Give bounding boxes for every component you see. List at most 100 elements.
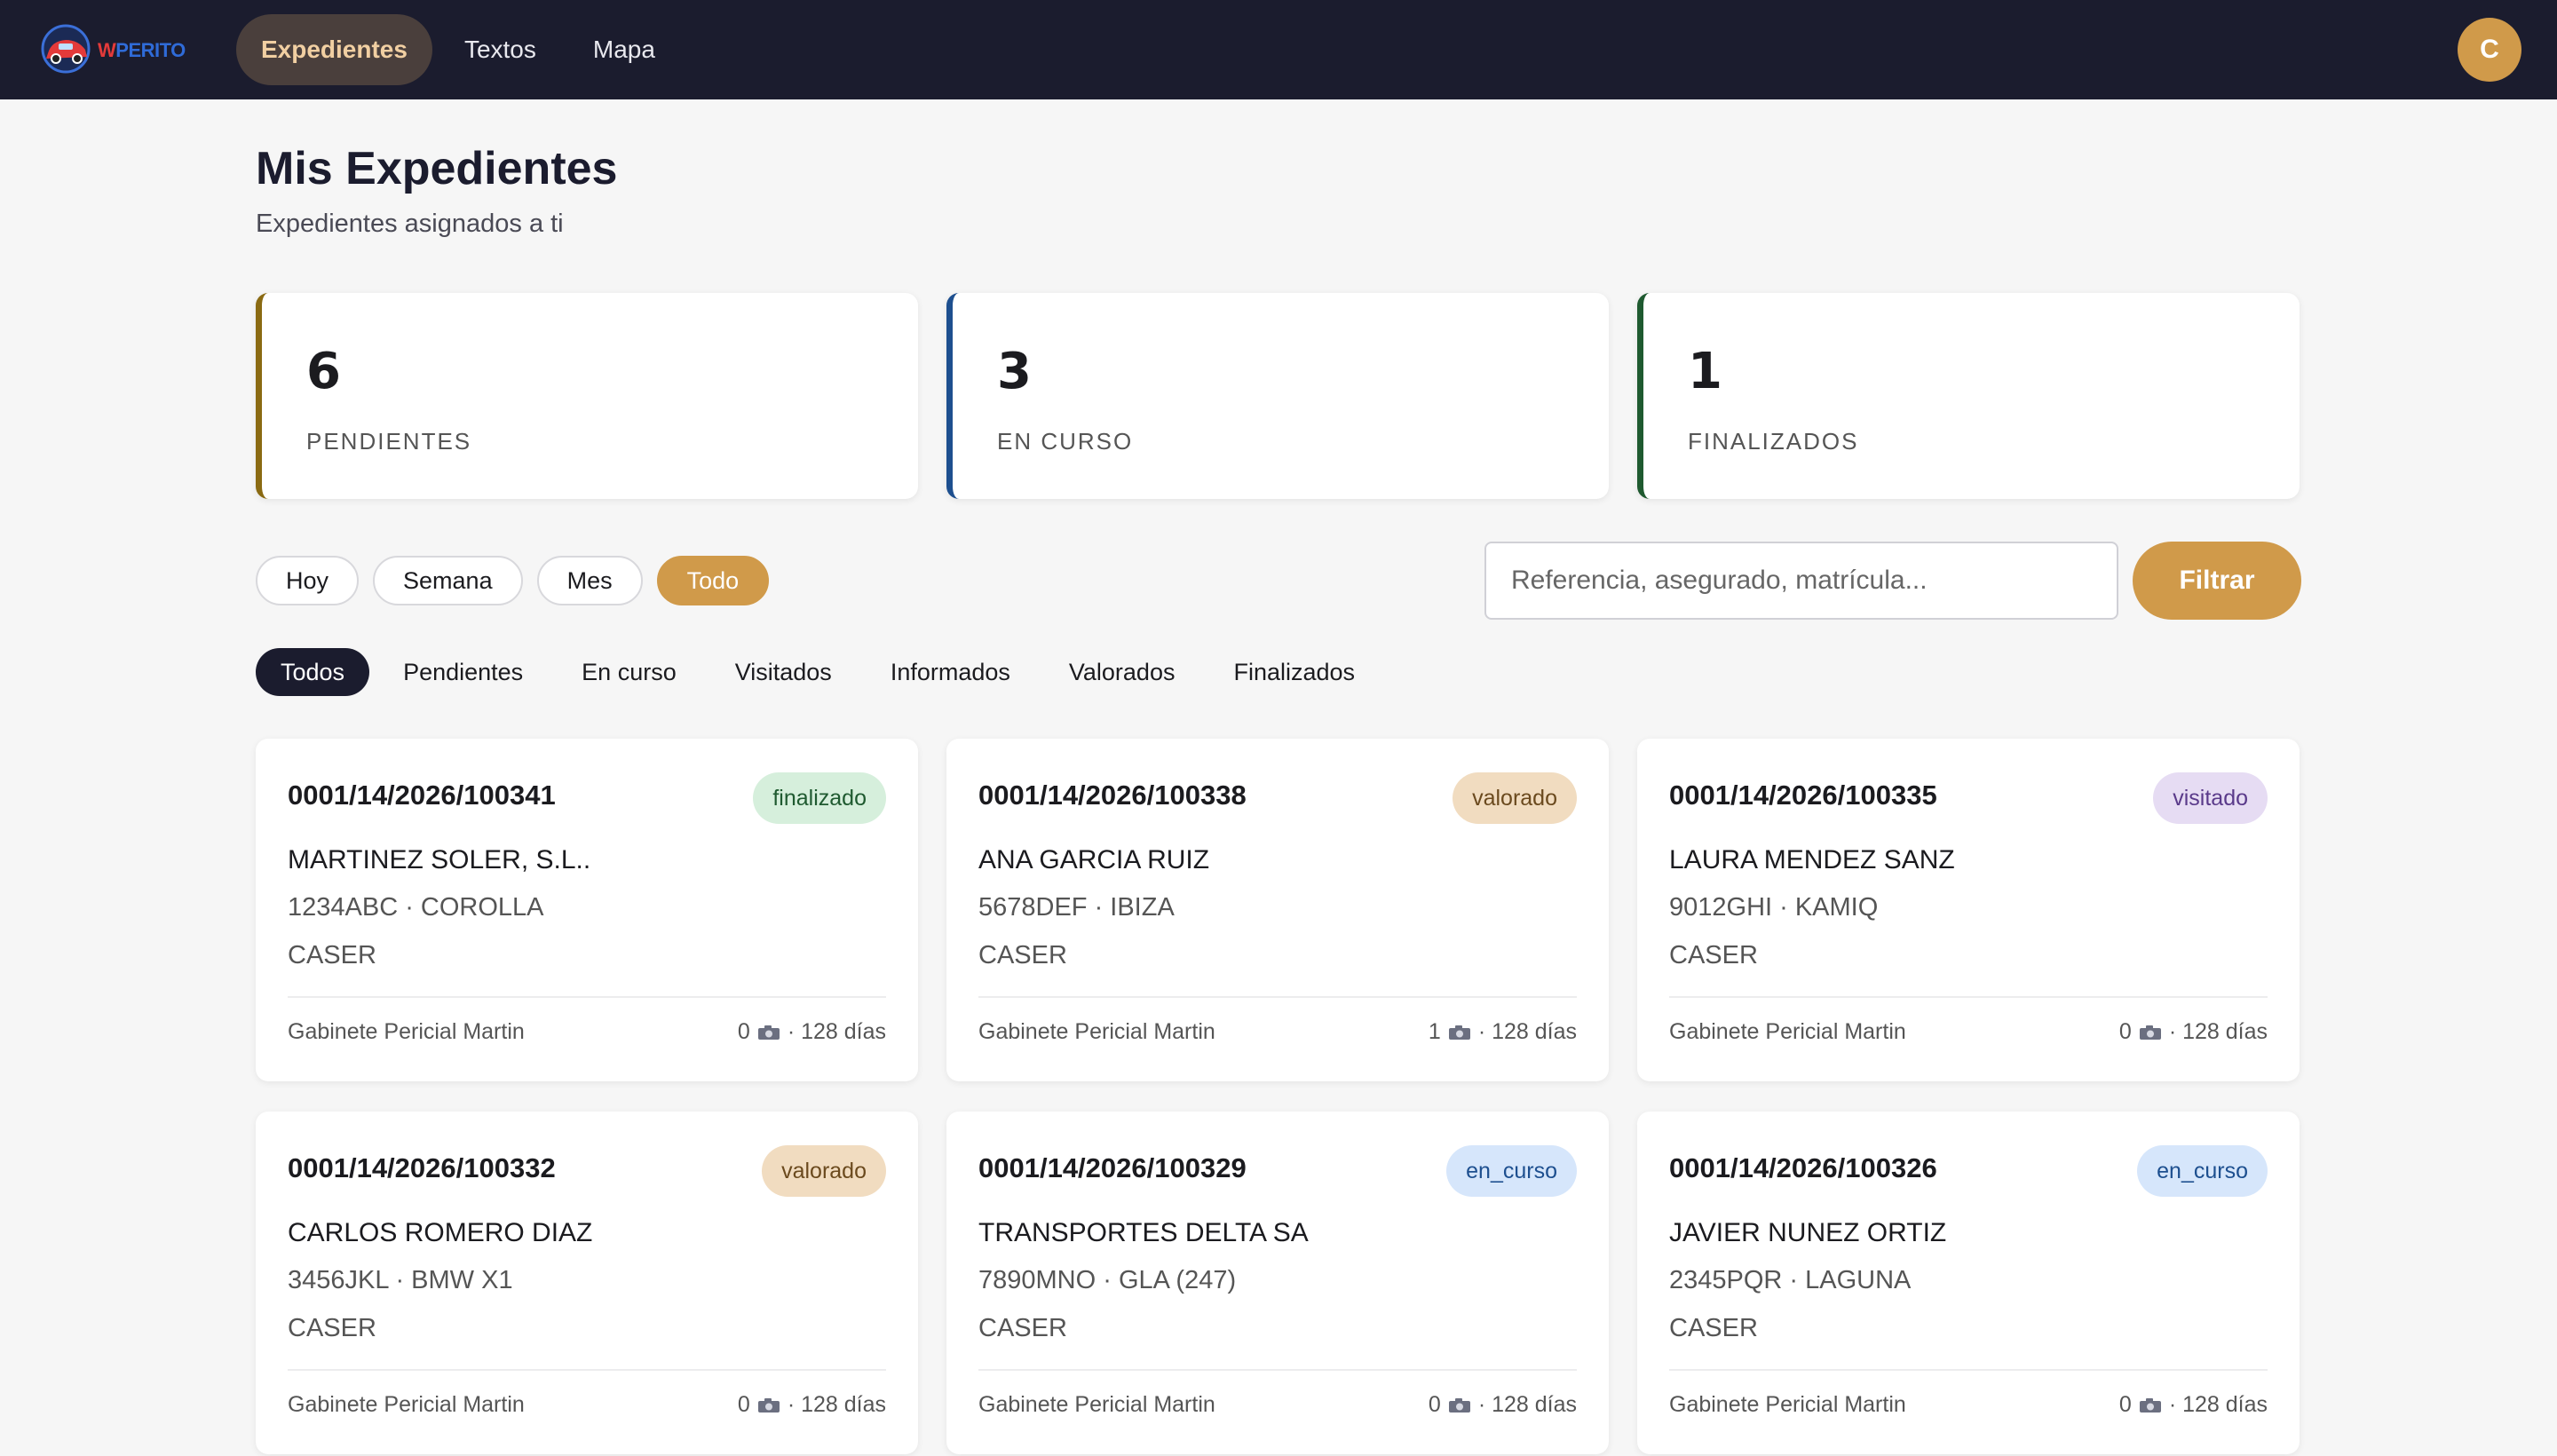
stat-card-pendientes: 6 PENDIENTES xyxy=(256,293,918,499)
camera-icon xyxy=(2139,1025,2161,1040)
case-age: · 128 días xyxy=(2168,1019,2268,1044)
insured-name: ANA GARCIA RUIZ xyxy=(978,845,1210,874)
period-chip-hoy[interactable]: Hoy xyxy=(256,556,360,605)
stat-card-en-curso: 3 EN CURSO xyxy=(946,293,1609,499)
camera-icon xyxy=(1448,1397,1470,1412)
vehicle-info: 2345PQR · LAGUNA xyxy=(1669,1266,1912,1294)
case-meta: 0 · 128 días xyxy=(2119,1392,2268,1418)
card-divider xyxy=(1669,996,2268,998)
insured-name: CARLOS ROMERO DIAZ xyxy=(288,1218,593,1247)
status-tab-visitados[interactable]: Visitados xyxy=(710,648,857,696)
vehicle-info: 3456JKL · BMW X1 xyxy=(288,1266,513,1294)
case-reference: 0001/14/2026/100341 xyxy=(288,779,556,811)
period-chip-mes[interactable]: Mes xyxy=(536,556,643,605)
firm-name: Gabinete Pericial Martin xyxy=(288,1392,525,1417)
camera-icon xyxy=(757,1397,780,1412)
app-logo[interactable]: WPERITO xyxy=(39,23,190,76)
insured-name: TRANSPORTES DELTA SA xyxy=(978,1218,1309,1247)
case-reference: 0001/14/2026/100335 xyxy=(1669,779,1937,811)
case-reference: 0001/14/2026/100326 xyxy=(1669,1152,1937,1183)
case-card[interactable]: 0001/14/2026/100326 en_curso JAVIER NUNE… xyxy=(1637,1112,2300,1454)
vehicle-info: 9012GHI · KAMIQ xyxy=(1669,893,1879,922)
photo-count: 0 xyxy=(1428,1392,1441,1417)
status-tab-valorados[interactable]: Valorados xyxy=(1044,648,1200,696)
camera-icon xyxy=(2139,1397,2161,1412)
insurer-name: CASER xyxy=(978,1314,1067,1342)
page-subtitle: Expedientes asignados a ti xyxy=(256,210,564,238)
stat-value: 3 xyxy=(997,343,1032,400)
insured-name: JAVIER NUNEZ ORTIZ xyxy=(1669,1218,1947,1247)
case-age: · 128 días xyxy=(2168,1392,2268,1417)
firm-name: Gabinete Pericial Martin xyxy=(288,1019,525,1044)
status-badge: visitado xyxy=(2153,772,2268,824)
card-divider xyxy=(978,996,1577,998)
card-divider xyxy=(288,1369,886,1371)
card-divider xyxy=(1669,1369,2268,1371)
case-meta: 0 · 128 días xyxy=(738,1019,886,1045)
insurer-name: CASER xyxy=(978,941,1067,969)
vehicle-info: 1234ABC · COROLLA xyxy=(288,893,544,922)
status-tab-pendientes[interactable]: Pendientes xyxy=(378,648,548,696)
nav-tab-mapa[interactable]: Mapa xyxy=(568,14,680,85)
firm-name: Gabinete Pericial Martin xyxy=(978,1392,1215,1417)
camera-icon xyxy=(1448,1025,1470,1040)
card-divider xyxy=(978,1369,1577,1371)
insured-name: LAURA MENDEZ SANZ xyxy=(1669,845,1955,874)
vehicle-info: 7890MNO · GLA (247) xyxy=(978,1266,1237,1294)
case-card[interactable]: 0001/14/2026/100338 valorado ANA GARCIA … xyxy=(946,739,1609,1081)
main-nav: Expedientes Textos Mapa xyxy=(236,14,680,85)
firm-name: Gabinete Pericial Martin xyxy=(1669,1392,1906,1417)
case-age: · 128 días xyxy=(787,1392,886,1417)
case-card[interactable]: 0001/14/2026/100332 valorado CARLOS ROME… xyxy=(256,1112,918,1454)
case-card[interactable]: 0001/14/2026/100335 visitado LAURA MENDE… xyxy=(1637,739,2300,1081)
status-tab-informados[interactable]: Informados xyxy=(866,648,1035,696)
status-tab-todos[interactable]: Todos xyxy=(256,648,370,696)
user-avatar[interactable]: C xyxy=(2458,18,2521,82)
firm-name: Gabinete Pericial Martin xyxy=(978,1019,1215,1044)
insurer-name: CASER xyxy=(1669,1314,1758,1342)
status-badge: en_curso xyxy=(1446,1145,1577,1197)
search-input[interactable]: Referencia, asegurado, matrícula... xyxy=(1484,542,2118,620)
case-age: · 128 días xyxy=(1477,1392,1577,1417)
case-age: · 128 días xyxy=(1477,1019,1577,1044)
stat-label: PENDIENTES xyxy=(306,428,472,455)
photo-count: 0 xyxy=(2118,1019,2132,1044)
photo-count: 0 xyxy=(737,1392,750,1417)
logo-wordmark: WPERITO xyxy=(98,39,186,61)
photo-count: 0 xyxy=(737,1019,750,1044)
stat-label: EN CURSO xyxy=(997,428,1134,455)
status-tab-group: Todos Pendientes En curso Visitados Info… xyxy=(256,648,1380,696)
case-card[interactable]: 0001/14/2026/100329 en_curso TRANSPORTES… xyxy=(946,1112,1609,1454)
status-tab-finalizados[interactable]: Finalizados xyxy=(1208,648,1380,696)
camera-icon xyxy=(757,1025,780,1040)
case-reference: 0001/14/2026/100332 xyxy=(288,1152,556,1183)
insurer-name: CASER xyxy=(288,941,376,969)
period-chip-todo[interactable]: Todo xyxy=(656,556,770,605)
nav-tab-textos[interactable]: Textos xyxy=(439,14,561,85)
stat-label: FINALIZADOS xyxy=(1688,428,1859,455)
insurer-name: CASER xyxy=(288,1314,376,1342)
filter-button[interactable]: Filtrar xyxy=(2133,542,2301,620)
photo-count: 1 xyxy=(1428,1019,1441,1044)
status-tab-en-curso[interactable]: En curso xyxy=(557,648,701,696)
status-badge: finalizado xyxy=(753,772,886,824)
firm-name: Gabinete Pericial Martin xyxy=(1669,1019,1906,1044)
vehicle-info: 5678DEF · IBIZA xyxy=(978,893,1175,922)
case-reference: 0001/14/2026/100329 xyxy=(978,1152,1247,1183)
stat-value: 1 xyxy=(1688,343,1722,400)
status-badge: valorado xyxy=(1453,772,1577,824)
case-meta: 1 · 128 días xyxy=(1429,1019,1577,1045)
insured-name: MARTINEZ SOLER, S.L.. xyxy=(288,845,591,874)
insurer-name: CASER xyxy=(1669,941,1758,969)
case-reference: 0001/14/2026/100338 xyxy=(978,779,1247,811)
stat-card-finalizados: 1 FINALIZADOS xyxy=(1637,293,2300,499)
nav-tab-expedientes[interactable]: Expedientes xyxy=(236,14,432,85)
card-divider xyxy=(288,996,886,998)
top-navigation-bar: WPERITO Expedientes Textos Mapa C xyxy=(0,0,2557,99)
case-age: · 128 días xyxy=(787,1019,886,1044)
period-chip-semana[interactable]: Semana xyxy=(373,556,523,605)
page-title: Mis Expedientes xyxy=(256,143,618,194)
case-meta: 0 · 128 días xyxy=(738,1392,886,1418)
case-card[interactable]: 0001/14/2026/100341 finalizado MARTINEZ … xyxy=(256,739,918,1081)
stat-value: 6 xyxy=(306,343,341,400)
